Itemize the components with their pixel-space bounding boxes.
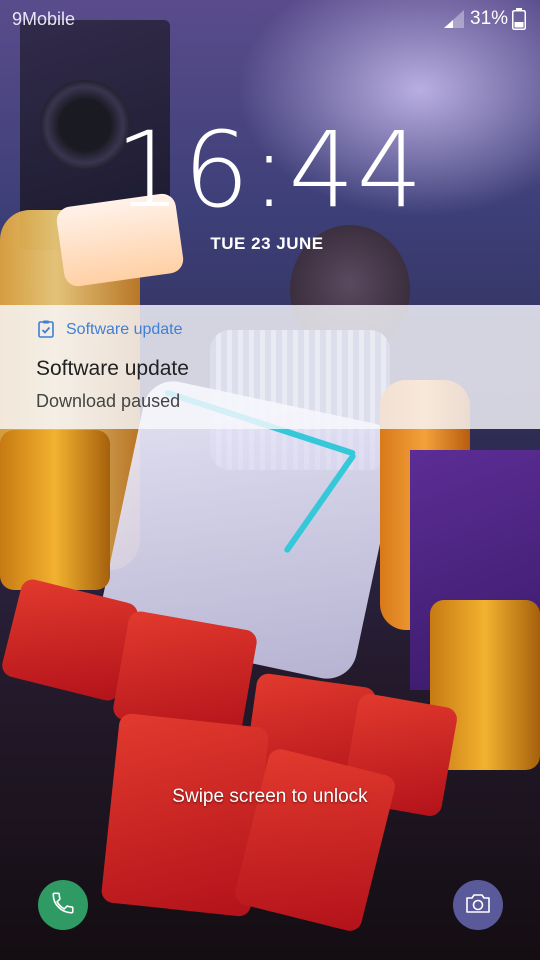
phone-shortcut-button[interactable] xyxy=(38,880,88,930)
software-update-icon xyxy=(38,320,54,343)
notification-app-name: Software update xyxy=(66,321,183,338)
signal-icon xyxy=(444,10,464,33)
lock-screen-clock: 16:44 xyxy=(115,109,425,231)
battery-icon xyxy=(512,8,526,35)
phone-icon xyxy=(50,890,76,921)
camera-icon xyxy=(464,891,492,920)
status-bar: 9Mobile 31% xyxy=(0,0,540,38)
notification-text: Download paused xyxy=(36,391,181,411)
battery-percentage: 31% xyxy=(470,8,509,29)
carrier-name: 9Mobile xyxy=(12,9,76,29)
unlock-hint: Swipe screen to unlock xyxy=(172,786,368,807)
lock-screen-date: TUE 23 JUNE xyxy=(210,234,324,253)
wallpaper-can xyxy=(0,430,110,590)
software-update-notification[interactable]: Software update Software update Download… xyxy=(0,305,540,429)
notification-title: Software update xyxy=(36,357,189,380)
camera-shortcut-button[interactable] xyxy=(453,880,503,930)
